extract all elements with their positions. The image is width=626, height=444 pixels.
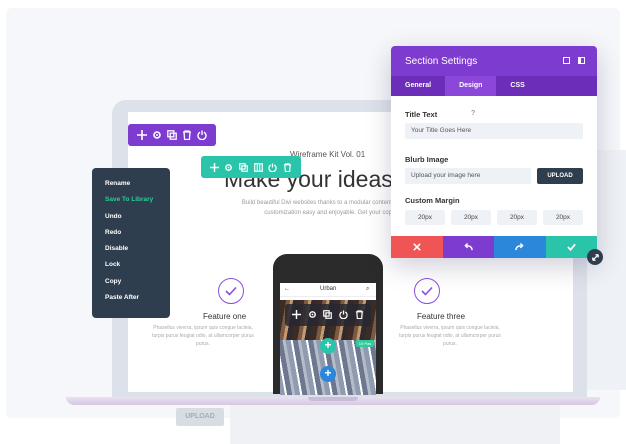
move-icon[interactable]	[209, 162, 219, 172]
back-arrow-icon[interactable]: ←	[284, 286, 290, 292]
context-menu-copy[interactable]: Copy	[105, 274, 170, 290]
duplicate-icon[interactable]	[323, 306, 333, 324]
context-menu-save-to-library[interactable]: Save To Library	[105, 192, 170, 208]
context-menu-rename[interactable]: Rename	[105, 176, 170, 192]
feature-one-check-icon	[218, 278, 244, 304]
tab-design[interactable]: Design	[445, 76, 497, 96]
feature-one-title: Feature one	[203, 312, 247, 321]
undo-icon	[464, 243, 473, 251]
move-icon[interactable]	[136, 130, 147, 140]
discard-button[interactable]	[391, 236, 443, 258]
blurb-image-input[interactable]: Upload your image here	[405, 168, 531, 184]
custom-margin-label: Custom Margin	[405, 196, 460, 205]
title-text-label: Title Text ?	[405, 110, 583, 121]
move-icon[interactable]	[292, 306, 302, 324]
feature-three-title: Feature three	[417, 312, 466, 321]
margin-right-input[interactable]: 20px	[451, 210, 491, 225]
columns-icon[interactable]	[253, 162, 263, 172]
feature-one-text: Phasellus viverra, ipsum quis congue lac…	[152, 325, 254, 347]
resize-icon	[591, 253, 599, 261]
check-icon	[567, 243, 576, 251]
modal-header: Section Settings	[391, 46, 597, 76]
section-settings-modal: Section Settings General Design CSS Titl…	[391, 46, 597, 258]
phone-nav-bar: ← Urban ⌕	[280, 283, 376, 297]
context-menu-paste-after[interactable]: Paste After	[105, 290, 170, 306]
resize-handle[interactable]	[587, 249, 603, 265]
duplicate-icon[interactable]	[167, 130, 177, 140]
trash-icon[interactable]	[283, 162, 292, 172]
search-icon[interactable]: ⌕	[366, 286, 369, 293]
row-toolbar	[201, 156, 301, 178]
module-toolbar	[285, 304, 371, 326]
ghost-upload-button: UPLOAD	[176, 408, 224, 426]
modal-tabs: General Design CSS	[391, 76, 597, 96]
redo-icon	[515, 243, 524, 251]
phone-tag-badge: 10 Pas	[356, 340, 374, 347]
custom-margin-fields: 20px 20px 20px 20px	[405, 210, 583, 225]
trash-icon[interactable]	[182, 130, 192, 140]
fullscreen-icon[interactable]	[563, 57, 570, 64]
tab-css[interactable]: CSS	[496, 76, 538, 96]
trash-icon[interactable]	[355, 306, 364, 324]
margin-top-input[interactable]: 20px	[405, 210, 445, 225]
upload-button[interactable]: UPLOAD	[537, 168, 583, 184]
kit-label: Wireframe Kit Vol. 01	[290, 150, 366, 159]
power-icon[interactable]	[268, 162, 278, 172]
page-subline: Build beautiful Divi websites thanks to …	[241, 200, 392, 216]
context-menu: Rename Save To Library Undo Redo Disable…	[92, 168, 170, 318]
tab-general[interactable]: General	[391, 76, 445, 96]
margin-bottom-input[interactable]: 20px	[497, 210, 537, 225]
duplicate-icon[interactable]	[239, 162, 249, 172]
context-menu-redo[interactable]: Redo	[105, 225, 170, 241]
add-row-button[interactable]: +	[320, 366, 336, 382]
title-text-label-text: Title Text	[405, 110, 438, 119]
add-module-button[interactable]: +	[320, 338, 336, 354]
gear-icon[interactable]	[308, 306, 317, 324]
phone-nav-title: Urban	[320, 286, 337, 292]
help-icon[interactable]: ?	[471, 110, 475, 117]
gear-icon[interactable]	[152, 130, 162, 140]
gear-icon[interactable]	[224, 163, 233, 172]
feature-three-check-icon	[414, 278, 440, 304]
laptop-notch	[308, 397, 358, 401]
redo-button[interactable]	[494, 236, 546, 258]
feature-three-text: Phasellus viverra, ipsum quis congue lac…	[399, 325, 501, 347]
title-text-input[interactable]: Your Title Goes Here	[405, 123, 583, 139]
modal-title: Section Settings	[405, 56, 478, 67]
close-icon	[412, 243, 421, 251]
power-icon[interactable]	[197, 130, 207, 140]
modal-action-bar	[391, 236, 597, 258]
section-toolbar	[128, 124, 216, 146]
blurb-image-label: Blurb Image	[405, 155, 449, 164]
context-menu-lock[interactable]: Lock	[105, 257, 170, 273]
context-menu-disable[interactable]: Disable	[105, 241, 170, 257]
context-menu-undo[interactable]: Undo	[105, 209, 170, 225]
margin-left-input[interactable]: 20px	[543, 210, 583, 225]
sidebar-dock-icon[interactable]	[578, 57, 585, 64]
power-icon[interactable]	[339, 306, 348, 324]
undo-button[interactable]	[442, 236, 494, 258]
